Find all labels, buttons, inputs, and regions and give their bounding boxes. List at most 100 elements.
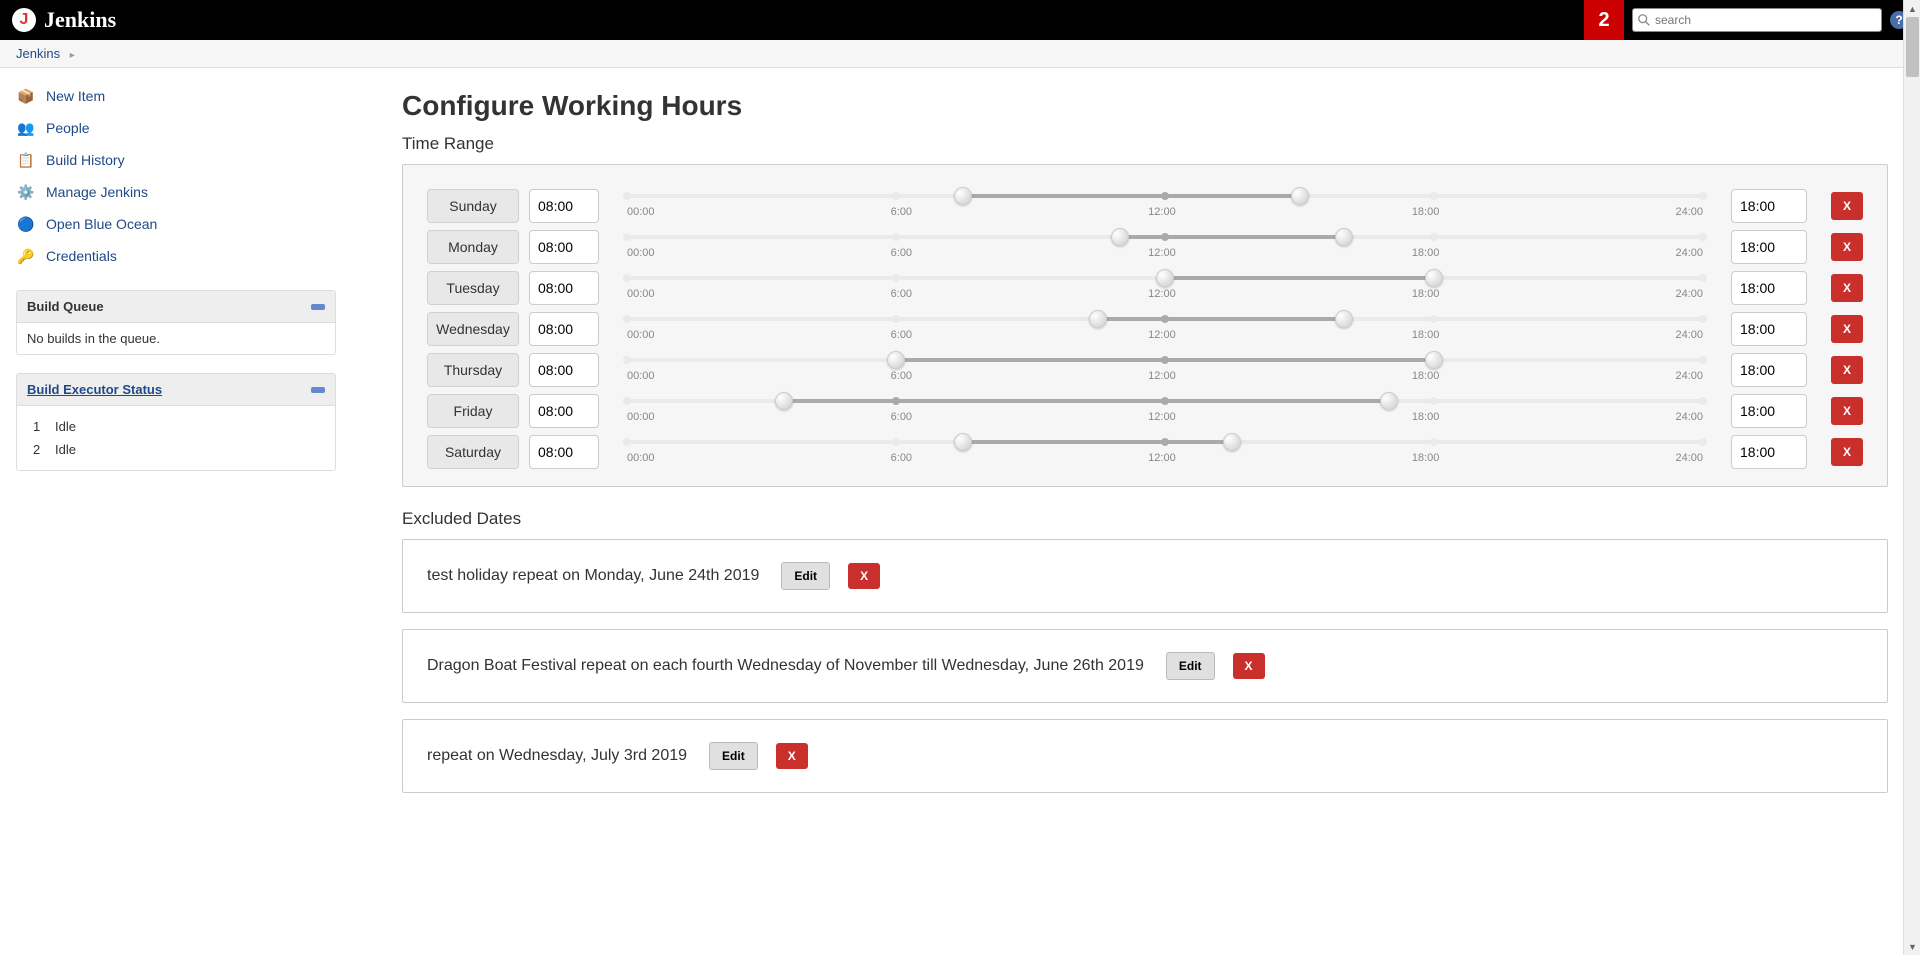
sidebar-item-label: People (46, 120, 90, 136)
end-time-input[interactable] (1731, 435, 1807, 469)
delete-button[interactable]: X (1831, 397, 1863, 425)
start-time-input[interactable] (529, 394, 599, 428)
slider-handle-end[interactable] (1425, 351, 1443, 369)
slider-handle-end[interactable] (1223, 433, 1241, 451)
breadcrumb-root[interactable]: Jenkins (16, 46, 60, 61)
start-time-input[interactable] (529, 353, 599, 387)
delete-button[interactable]: X (1233, 653, 1265, 679)
start-time-input[interactable] (529, 271, 599, 305)
edit-button[interactable]: Edit (1166, 652, 1215, 680)
slider-handle-end[interactable] (1335, 228, 1353, 246)
slider-tick-label: 00:00 (627, 288, 655, 300)
slider-handle-start[interactable] (1156, 269, 1174, 287)
day-label: Sunday (427, 189, 519, 223)
delete-button[interactable]: X (1831, 274, 1863, 302)
slider-handle-start[interactable] (954, 433, 972, 451)
slider-handle-start[interactable] (775, 392, 793, 410)
sidebar-item-label: Build History (46, 152, 125, 168)
executor-title[interactable]: Build Executor Status (27, 382, 162, 397)
excluded-date-text: Dragon Boat Festival repeat on each four… (427, 657, 1144, 675)
start-time-input[interactable] (529, 189, 599, 223)
brand-title: Jenkins (44, 7, 116, 33)
build-queue-body: No builds in the queue. (17, 323, 335, 354)
people-icon: 👥 (16, 118, 36, 138)
collapse-icon[interactable] (311, 304, 325, 310)
search-input[interactable] (1655, 13, 1877, 27)
day-row: Thursday 00:006:0012:0018:0024:00 X (427, 349, 1863, 390)
slider-handle-start[interactable] (887, 351, 905, 369)
sidebar-item-manage-jenkins[interactable]: ⚙️Manage Jenkins (16, 176, 336, 208)
slider-handle-end[interactable] (1425, 269, 1443, 287)
time-slider[interactable]: 00:006:0012:0018:0024:00 (627, 270, 1703, 306)
delete-button[interactable]: X (776, 743, 808, 769)
end-time-input[interactable] (1731, 271, 1807, 305)
delete-button[interactable]: X (1831, 315, 1863, 343)
end-time-input[interactable] (1731, 394, 1807, 428)
edit-button[interactable]: Edit (781, 562, 830, 590)
delete-button[interactable]: X (1831, 192, 1863, 220)
scroll-down-icon[interactable]: ▼ (1904, 938, 1920, 955)
time-range-box: Sunday 00:006:0012:0018:0024:00 X Monday… (402, 164, 1888, 487)
brand[interactable]: J Jenkins (12, 7, 116, 33)
slider-tick-label: 24:00 (1675, 411, 1703, 423)
build-history-icon: 📋 (16, 150, 36, 170)
executor-row: 2Idle (29, 439, 323, 460)
day-label: Thursday (427, 353, 519, 387)
sidebar-item-label: New Item (46, 88, 105, 104)
slider-tick-label: 00:00 (627, 370, 655, 382)
day-row: Friday 00:006:0012:0018:0024:00 X (427, 390, 1863, 431)
scroll-thumb[interactable] (1906, 17, 1919, 77)
slider-tick-label: 18:00 (1412, 452, 1440, 464)
end-time-input[interactable] (1731, 230, 1807, 264)
slider-tick-label: 24:00 (1675, 288, 1703, 300)
end-time-input[interactable] (1731, 189, 1807, 223)
scroll-up-icon[interactable]: ▲ (1904, 0, 1920, 17)
slider-handle-end[interactable] (1291, 187, 1309, 205)
slider-tick-label: 18:00 (1412, 247, 1440, 259)
sidebar-item-people[interactable]: 👥 People (16, 112, 336, 144)
sidebar-item-label: Manage Jenkins (46, 184, 148, 200)
end-time-input[interactable] (1731, 312, 1807, 346)
build-queue-panel: Build Queue No builds in the queue. (16, 290, 336, 355)
slider-handle-start[interactable] (1089, 310, 1107, 328)
slider-tick-label: 12:00 (1148, 329, 1176, 341)
notification-badge[interactable]: 2 (1584, 0, 1624, 40)
time-slider[interactable]: 00:006:0012:0018:0024:00 (627, 188, 1703, 224)
delete-button[interactable]: X (848, 563, 880, 589)
sidebar-item-open-blue-ocean[interactable]: 🔵Open Blue Ocean (16, 208, 336, 240)
slider-tick-label: 12:00 (1148, 411, 1176, 423)
delete-button[interactable]: X (1831, 438, 1863, 466)
slider-tick-label: 12:00 (1148, 370, 1176, 382)
slider-tick-label: 12:00 (1148, 206, 1176, 218)
start-time-input[interactable] (529, 435, 599, 469)
slider-handle-end[interactable] (1335, 310, 1353, 328)
edit-button[interactable]: Edit (709, 742, 758, 770)
time-slider[interactable]: 00:006:0012:0018:0024:00 (627, 352, 1703, 388)
day-row: Sunday 00:006:0012:0018:0024:00 X (427, 185, 1863, 226)
search-box[interactable] (1632, 8, 1882, 32)
scrollbar[interactable]: ▲ ▼ (1903, 0, 1920, 955)
time-slider[interactable]: 00:006:0012:0018:0024:00 (627, 229, 1703, 265)
slider-handle-start[interactable] (954, 187, 972, 205)
time-slider[interactable]: 00:006:0012:0018:0024:00 (627, 311, 1703, 347)
page-title: Configure Working Hours (402, 90, 1888, 122)
sidebar-item-credentials[interactable]: 🔑Credentials (16, 240, 336, 272)
time-slider[interactable]: 00:006:0012:0018:0024:00 (627, 393, 1703, 429)
slider-handle-start[interactable] (1111, 228, 1129, 246)
start-time-input[interactable] (529, 230, 599, 264)
slider-tick-label: 18:00 (1412, 329, 1440, 341)
day-label: Wednesday (427, 312, 519, 346)
executor-row: 1Idle (29, 416, 323, 437)
jenkins-logo-icon: J (12, 8, 36, 32)
slider-handle-end[interactable] (1380, 392, 1398, 410)
slider-tick-label: 24:00 (1675, 247, 1703, 259)
sidebar-item-build-history[interactable]: 📋 Build History (16, 144, 336, 176)
time-slider[interactable]: 00:006:0012:0018:0024:00 (627, 434, 1703, 470)
day-label: Saturday (427, 435, 519, 469)
delete-button[interactable]: X (1831, 233, 1863, 261)
end-time-input[interactable] (1731, 353, 1807, 387)
sidebar-item-new-item[interactable]: 📦New Item (16, 80, 336, 112)
collapse-icon[interactable] (311, 387, 325, 393)
delete-button[interactable]: X (1831, 356, 1863, 384)
start-time-input[interactable] (529, 312, 599, 346)
